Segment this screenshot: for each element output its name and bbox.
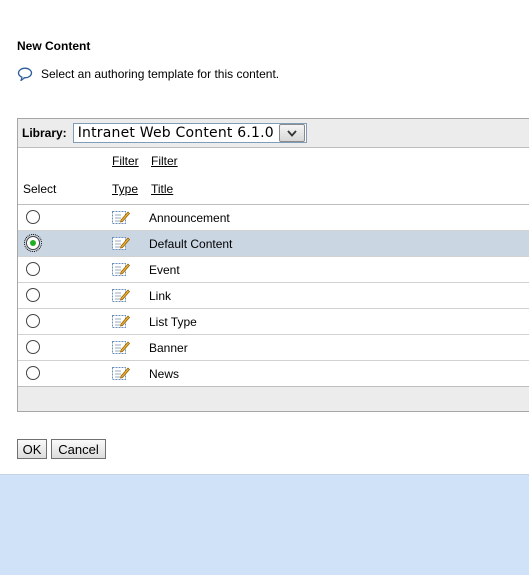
template-title: News (149, 367, 180, 381)
template-radio[interactable] (26, 210, 40, 224)
cancel-button[interactable]: Cancel (51, 439, 106, 459)
chevron-down-icon[interactable] (278, 124, 305, 142)
instruction: Select an authoring template for this co… (17, 66, 279, 82)
page-title: New Content (17, 39, 91, 53)
ok-button[interactable]: OK (17, 439, 47, 459)
template-radio[interactable] (26, 366, 40, 380)
template-row[interactable]: Event (18, 257, 529, 283)
edit-document-icon (112, 314, 130, 332)
template-list: Announcement Default Content Event Link List… (18, 205, 529, 387)
template-row[interactable]: Default Content (18, 231, 529, 257)
template-title: Banner (149, 341, 188, 355)
edit-document-icon (112, 366, 130, 384)
library-bar: Library: Intranet Web Content 6.1.0 (18, 119, 529, 148)
template-grid: Library: Intranet Web Content 6.1.0 Sele… (17, 118, 529, 412)
speech-bubble-icon (17, 67, 33, 81)
template-row[interactable]: Banner (18, 335, 529, 361)
instruction-text: Select an authoring template for this co… (41, 67, 280, 81)
template-row[interactable]: List Type (18, 309, 529, 335)
library-select[interactable]: Intranet Web Content 6.1.0 (72, 123, 307, 143)
column-title-header[interactable]: Title (151, 182, 173, 196)
edit-document-icon (112, 288, 130, 306)
edit-document-icon (112, 340, 130, 358)
template-title: Default Content (149, 237, 233, 251)
template-title: Announcement (149, 211, 230, 225)
template-row[interactable]: Announcement (18, 205, 529, 231)
column-select-header: Select (23, 182, 57, 196)
template-radio[interactable] (26, 288, 40, 302)
edit-document-icon (112, 262, 130, 280)
template-title: Event (149, 263, 180, 277)
template-title: Link (149, 289, 172, 303)
content-panel: New Content Select an authoring template… (0, 0, 529, 475)
edit-document-icon (112, 210, 130, 228)
template-radio[interactable] (26, 340, 40, 354)
column-type-header[interactable]: Type (112, 182, 138, 196)
template-radio[interactable] (24, 234, 42, 252)
filter-title-link[interactable]: Filter (151, 154, 178, 168)
template-title: List Type (149, 315, 197, 329)
grid-header: Select Filter Type Filter Title (18, 148, 529, 205)
grid-footer (18, 386, 529, 411)
filter-type-link[interactable]: Filter (112, 154, 139, 168)
template-row[interactable]: News (18, 361, 529, 387)
edit-document-icon (112, 236, 130, 254)
library-label: Library: (22, 126, 67, 140)
template-radio[interactable] (26, 314, 40, 328)
template-row[interactable]: Link (18, 283, 529, 309)
template-radio[interactable] (26, 262, 40, 276)
library-select-value: Intranet Web Content 6.1.0 (77, 125, 274, 141)
